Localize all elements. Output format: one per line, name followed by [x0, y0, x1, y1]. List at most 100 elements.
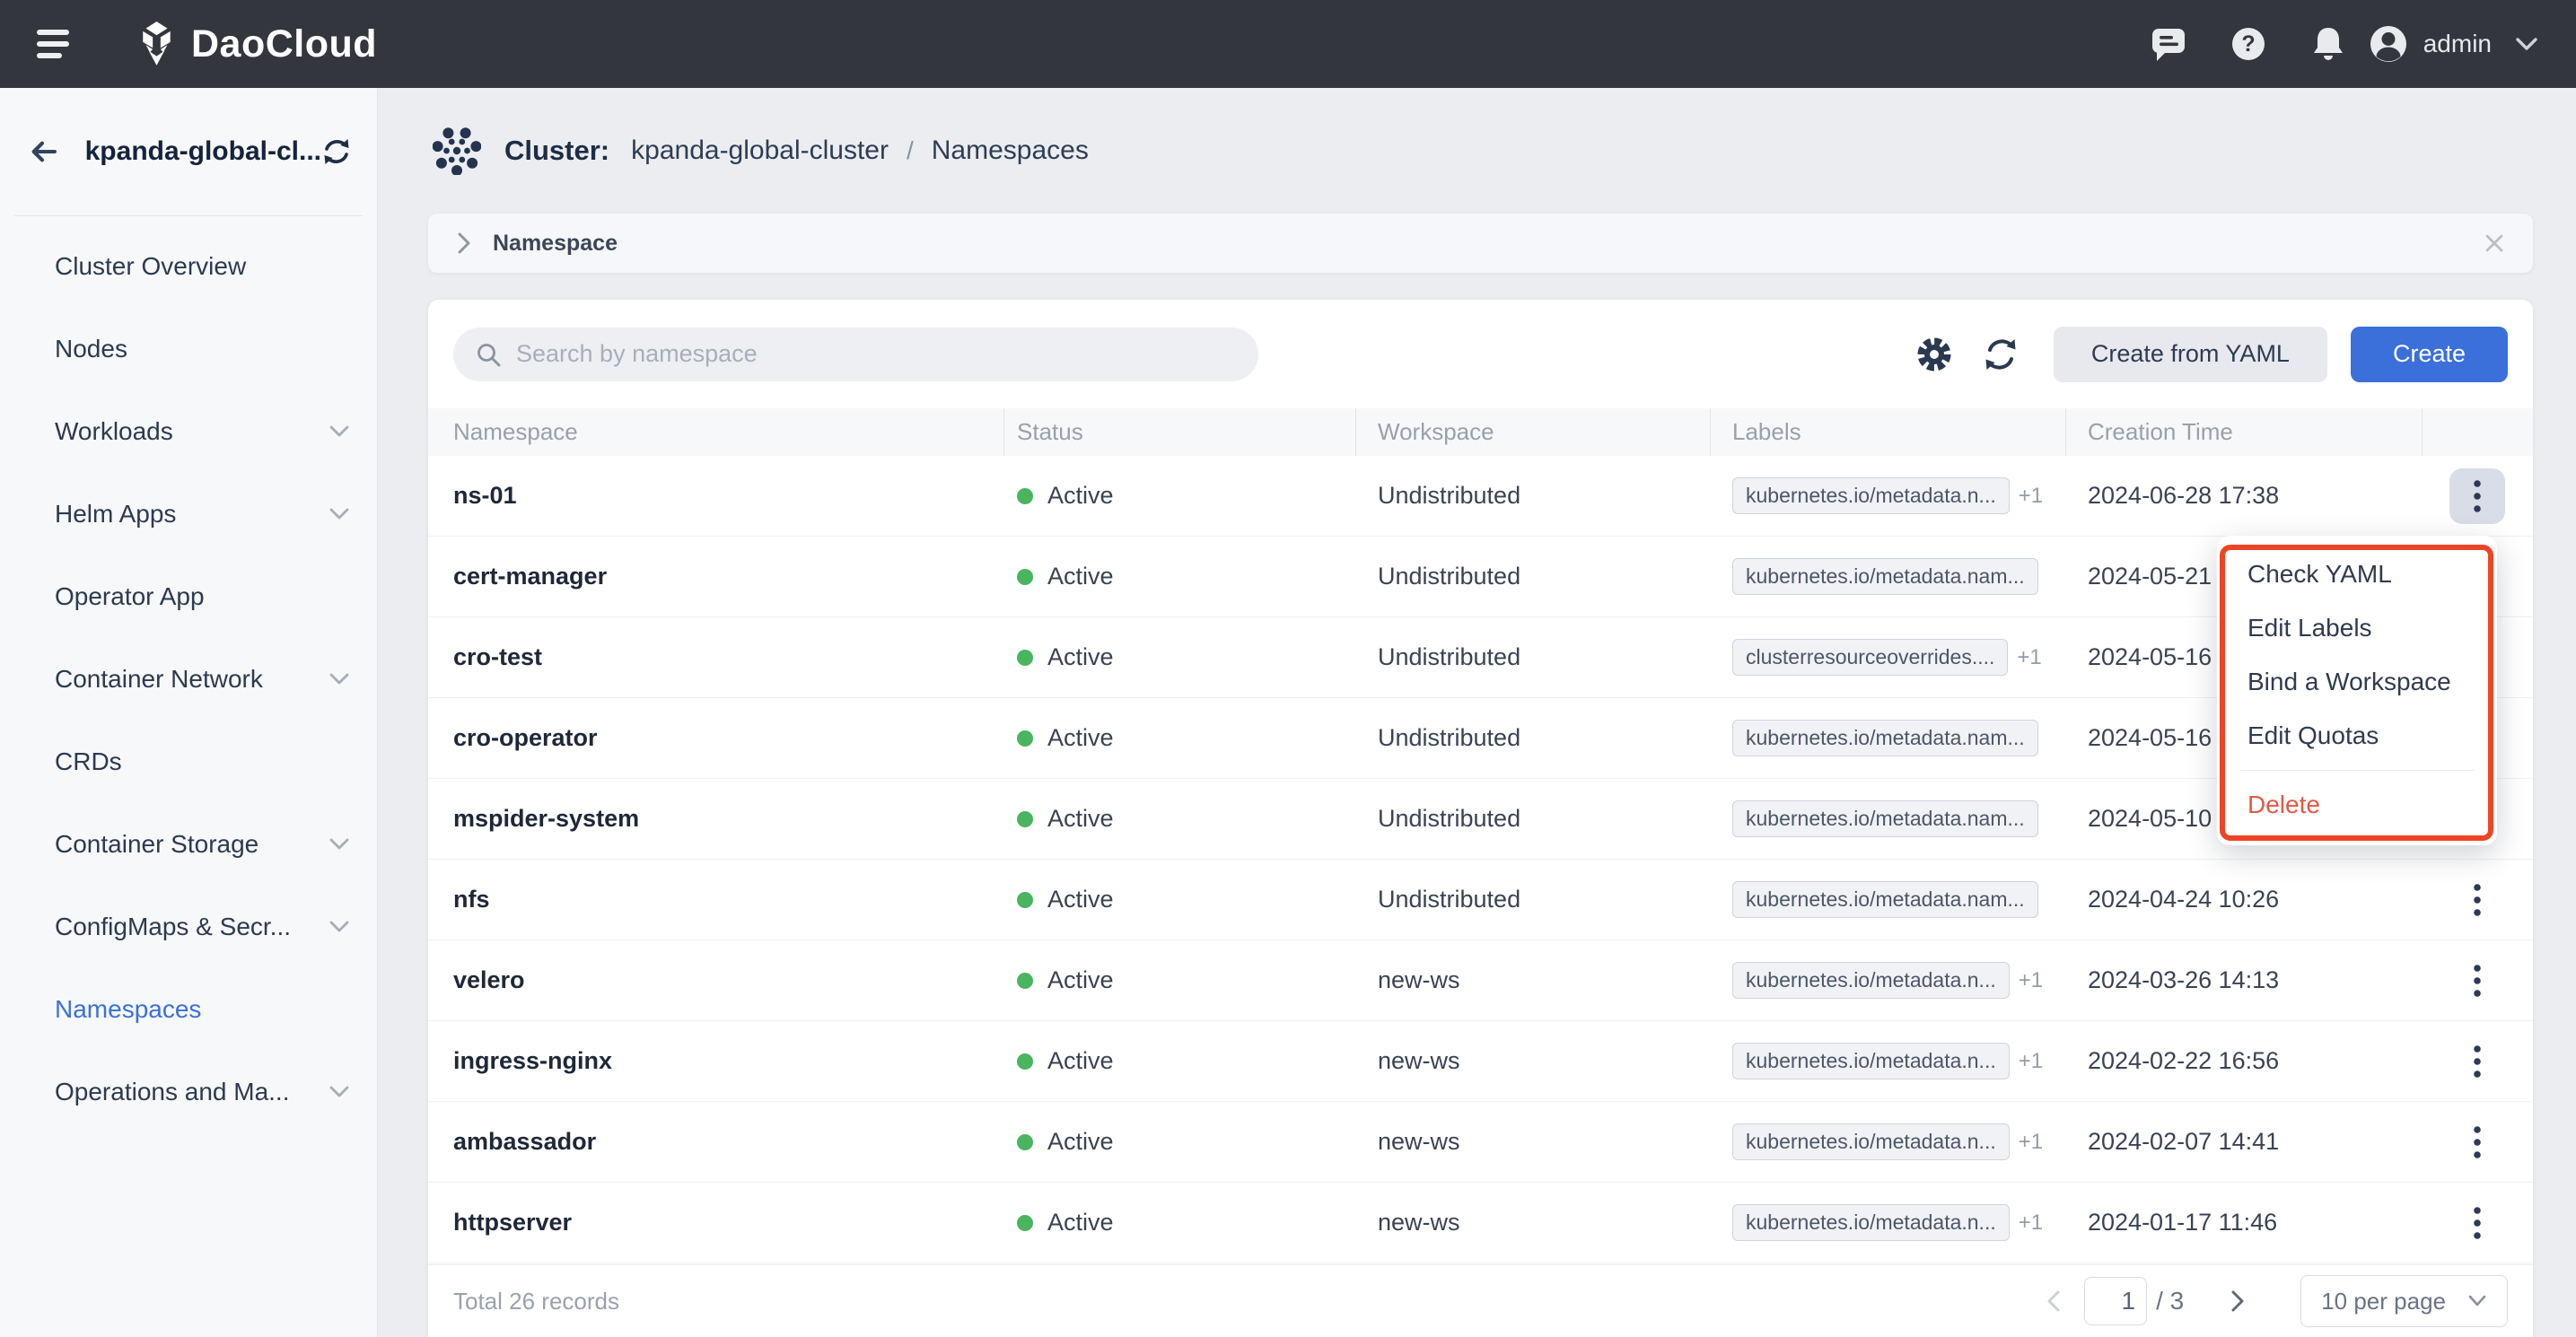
column-header-status: Status [1004, 408, 1356, 456]
hamburger-menu-icon[interactable] [37, 23, 73, 65]
label-chip: clusterresourceoverrides.... [1732, 639, 2008, 676]
settings-gear-icon[interactable] [1914, 334, 1955, 375]
namespace-name: nfs [428, 886, 1004, 913]
namespace-name: cert-manager [428, 563, 1004, 590]
context-menu-item-bind-a-workspace[interactable]: Bind a Workspace [2217, 655, 2497, 709]
workspace-cell: new-ws [1356, 966, 1711, 994]
chevron-down-icon [329, 507, 350, 521]
status-dot [1017, 1053, 1033, 1070]
creation-time: 2024-03-26 14:13 [2066, 966, 2423, 994]
breadcrumb-separator: / [907, 136, 914, 165]
refresh-icon[interactable] [1980, 334, 2021, 375]
labels-cell: kubernetes.io/metadata.nam... [1711, 558, 2066, 595]
sidebar-item-container-storage[interactable]: Container Storage [0, 803, 377, 886]
create-from-yaml-button[interactable]: Create from YAML [2054, 327, 2327, 382]
status-cell: Active [1004, 1209, 1356, 1237]
row-actions-kebab-icon[interactable] [2449, 1034, 2505, 1089]
label-more-count: +1 [2019, 1049, 2043, 1074]
status-text: Active [1047, 805, 1114, 833]
next-page-icon[interactable] [2220, 1283, 2256, 1319]
avatar [2368, 23, 2409, 65]
search-icon [475, 341, 502, 368]
row-actions-kebab-icon[interactable] [2449, 872, 2505, 928]
sidebar-item-operator-app[interactable]: Operator App [0, 555, 377, 638]
row-actions-kebab-icon[interactable] [2449, 1195, 2505, 1251]
back-arrow-icon[interactable] [30, 139, 58, 164]
row-actions-kebab-icon[interactable] [2449, 953, 2505, 1009]
sidebar-item-workloads[interactable]: Workloads [0, 390, 377, 473]
column-header-workspace: Workspace [1356, 408, 1711, 456]
namespace-name: ambassador [428, 1128, 1004, 1156]
chevron-down-icon [2467, 1295, 2487, 1307]
labels-cell: kubernetes.io/metadata.n... +1 [1711, 1043, 2066, 1079]
sidebar-header: kpanda-global-cl... [0, 88, 377, 215]
create-button[interactable]: Create [2351, 327, 2508, 382]
sidebar-item-namespaces[interactable]: Namespaces [0, 968, 377, 1051]
sidebar-item-helm-apps[interactable]: Helm Apps [0, 473, 377, 555]
status-cell: Active [1004, 563, 1356, 590]
table-toolbar: Create from YAML Create [428, 300, 2533, 408]
context-menu-item-check-yaml[interactable]: Check YAML [2217, 547, 2497, 601]
context-menu-item-edit-labels[interactable]: Edit Labels [2217, 601, 2497, 655]
label-chip: kubernetes.io/metadata.n... [1732, 477, 2010, 514]
status-dot [1017, 569, 1033, 585]
column-header-actions [2423, 408, 2532, 456]
label-chip: kubernetes.io/metadata.nam... [1732, 800, 2038, 837]
top-bar: DaoCloud ? [0, 0, 2576, 88]
status-cell: Active [1004, 1128, 1356, 1156]
table-row: velero Active new-ws kubernetes.io/metad… [428, 940, 2533, 1021]
namespace-name: httpserver [428, 1209, 1004, 1237]
user-menu[interactable]: admin [2368, 23, 2538, 65]
sidebar: kpanda-global-cl... Cluster Overview [0, 88, 378, 1337]
sidebar-item-crds[interactable]: CRDs [0, 721, 377, 803]
help-icon[interactable]: ? [2229, 24, 2268, 64]
sidebar-item-cluster-overview[interactable]: Cluster Overview [0, 225, 377, 308]
page-total: / 3 [2156, 1287, 2184, 1315]
labels-cell: kubernetes.io/metadata.n... +1 [1711, 477, 2066, 514]
namespace-name: ns-01 [428, 482, 1004, 510]
sidebar-item-operations-and-ma[interactable]: Operations and Ma... [0, 1051, 377, 1133]
context-menu-divider [2240, 770, 2474, 771]
namespace-banner[interactable]: Namespace [428, 214, 2533, 273]
sidebar-item-configmaps-secr[interactable]: ConfigMaps & Secr... [0, 886, 377, 968]
status-dot [1017, 892, 1033, 908]
labels-cell: kubernetes.io/metadata.nam... [1711, 720, 2066, 756]
label-chip: kubernetes.io/metadata.n... [1732, 962, 2010, 999]
close-icon[interactable] [2483, 232, 2506, 255]
label-chip: kubernetes.io/metadata.nam... [1732, 881, 2038, 918]
status-text: Active [1047, 643, 1114, 671]
namespace-name: mspider-system [428, 805, 1004, 833]
status-dot [1017, 811, 1033, 827]
per-page-select[interactable]: 10 per page [2300, 1275, 2508, 1327]
sidebar-item-container-network[interactable]: Container Network [0, 638, 377, 721]
chevron-down-icon [329, 837, 350, 852]
toolbar-actions: Create from YAML Create [1888, 327, 2508, 382]
page-number-input[interactable] [2084, 1277, 2147, 1325]
brand-logo: DaoCloud [136, 22, 377, 66]
table-footer: Total 26 records / 3 10 per page [428, 1264, 2533, 1337]
status-dot [1017, 650, 1033, 666]
status-dot [1017, 488, 1033, 504]
labels-cell: kubernetes.io/metadata.n... +1 [1711, 1123, 2066, 1160]
label-more-count: +1 [2017, 645, 2041, 670]
status-dot [1017, 1134, 1033, 1150]
breadcrumb-prefix: Cluster: [504, 135, 609, 167]
notifications-bell-icon[interactable] [2309, 24, 2348, 64]
status-text: Active [1047, 1209, 1114, 1237]
search-input[interactable] [514, 339, 1237, 369]
cluster-name: kpanda-global-cl... [85, 136, 321, 167]
search-box[interactable] [453, 328, 1258, 381]
row-actions-kebab-icon[interactable] [2449, 1114, 2505, 1170]
row-actions-kebab-icon[interactable] [2449, 468, 2505, 524]
context-menu-item-delete[interactable]: Delete [2217, 778, 2497, 832]
messages-icon[interactable] [2149, 24, 2188, 64]
sidebar-item-nodes[interactable]: Nodes [0, 308, 377, 390]
prev-page-icon[interactable] [2036, 1283, 2072, 1319]
workspace-cell: new-ws [1356, 1128, 1711, 1156]
breadcrumb-cluster[interactable]: kpanda-global-cluster [631, 135, 889, 166]
switch-cluster-icon[interactable] [321, 137, 352, 166]
workspace-cell: new-ws [1356, 1047, 1711, 1075]
pagination: / 3 10 per page [2036, 1275, 2508, 1327]
context-menu-item-edit-quotas[interactable]: Edit Quotas [2217, 709, 2497, 763]
workspace-cell: Undistributed [1356, 886, 1711, 913]
